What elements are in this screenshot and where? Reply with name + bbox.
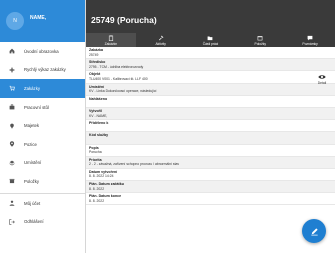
sidebar-item-items[interactable]: Položky xyxy=(0,172,85,191)
field-created-by: Vytvořil KV - NAME, xyxy=(86,107,335,121)
field-created-date: Datum vytvoření 8. 8. 2022 14:24 xyxy=(86,169,335,182)
tab-notes[interactable]: Poznámky xyxy=(285,33,335,47)
location-icon xyxy=(8,140,16,148)
field-value xyxy=(89,126,332,131)
sidebar-item-quick-report[interactable]: Rychlý výkaz zakázky xyxy=(0,61,85,80)
pencil-icon xyxy=(310,227,318,235)
tab-items[interactable]: Položky xyxy=(235,33,285,47)
tab-label: Aktivity xyxy=(155,41,166,46)
user-icon xyxy=(8,199,16,207)
home-icon xyxy=(8,47,16,55)
field-object[interactable]: Objekt TLU400 V001 - Kalibrovací št. LLF… xyxy=(86,71,335,85)
avatar[interactable]: N xyxy=(6,12,24,30)
hammer-icon xyxy=(158,35,164,40)
chat-icon xyxy=(307,35,313,40)
box-icon xyxy=(8,177,16,185)
cart-icon xyxy=(8,84,16,92)
field-value: 8. 8. 2022 xyxy=(89,198,105,203)
sidebar-item-workdesk[interactable]: Pracovní stůl xyxy=(0,98,85,117)
tab-label: Položky xyxy=(254,41,267,46)
field-planned-start: Plán. Datum začátku 8. 8. 2022 xyxy=(86,181,335,194)
tab-bar: Zakázkn Aktivity Části práci Položky Poz… xyxy=(86,33,335,47)
field-priority: Priorita 2 - 2 - závažná, zařízení schop… xyxy=(86,156,335,169)
field-reported: Nahlášeno xyxy=(86,96,335,108)
tab-label: Poznámky xyxy=(302,41,318,46)
tab-order[interactable]: Zakázkn xyxy=(86,33,136,47)
sidebar-item-positions[interactable]: Pozice xyxy=(0,135,85,154)
sidebar-item-label: Pozice xyxy=(24,141,37,147)
eye-icon xyxy=(318,75,326,80)
user-name: NAME, xyxy=(30,15,47,21)
plus-icon xyxy=(8,66,16,74)
layers-icon xyxy=(8,159,16,167)
field-assigned-to: Přiděleno k xyxy=(86,120,335,133)
sidebar-item-label: Umístění xyxy=(24,160,42,166)
field-value xyxy=(89,101,332,106)
sidebar-item-label: Rychlý výkaz zakázky xyxy=(24,67,66,73)
field-value: TLU400 V001 - Kalibrovací št. LLF 400 xyxy=(89,76,148,81)
order-detail-list: Zakázka 25749 Středisko 2795 - TCM - údr… xyxy=(86,47,335,253)
tab-activities[interactable]: Aktivity xyxy=(136,33,186,47)
sidebar-item-locations[interactable]: Umístění xyxy=(0,154,85,173)
field-location: Umístění KV - Linka Dokončovací operace,… xyxy=(86,83,335,96)
field-value: Porucha xyxy=(89,150,102,155)
tab-work-parts[interactable]: Části práci xyxy=(186,33,236,47)
sidebar-item-orders[interactable]: Zakázky xyxy=(0,79,85,98)
logout-icon xyxy=(8,218,16,226)
field-description: Popis Porucha xyxy=(86,145,335,157)
tab-label: Části práci xyxy=(202,41,219,46)
field-cost-center: Středisko 2795 - TCM - údržba elektroroz… xyxy=(86,59,335,72)
field-value: 8. 8. 2022 14:24 xyxy=(89,174,114,179)
tab-label: Zakázkn xyxy=(104,41,118,46)
sidebar-item-assets[interactable]: Majetek xyxy=(0,116,85,135)
field-value: 25749 xyxy=(89,52,99,57)
sidebar-item-label: Zakázky xyxy=(24,85,40,91)
sidebar-item-logout[interactable]: Odhlášení xyxy=(0,212,85,231)
field-value: KV - NAME, xyxy=(89,113,108,118)
field-order: Zakázka 25749 xyxy=(86,47,335,60)
sidebar-item-label: Položky xyxy=(24,178,40,184)
sidebar-item-home[interactable]: Úvodní obrazovka xyxy=(0,42,85,61)
top-bar: 25749 (Porucha) Zakázkn Aktivity Části p… xyxy=(86,0,335,47)
field-planned-end: Plán. Datum konce 8. 8. 2022 xyxy=(86,193,335,206)
sidebar-item-account[interactable]: Můj účet xyxy=(0,194,85,213)
field-value: 2795 - TCM - údržba elektrorozvody xyxy=(89,64,144,69)
main-panel: 25749 (Porucha) Zakázkn Aktivity Části p… xyxy=(86,0,335,253)
sidebar-item-label: Pracovní stůl xyxy=(24,104,49,110)
sidebar-item-label: Úvodní obrazovka xyxy=(24,48,59,54)
sidebar-item-label: Odhlášení xyxy=(24,219,44,225)
pin-icon xyxy=(8,122,16,130)
field-value xyxy=(89,138,332,143)
sidebar-item-label: Majetek xyxy=(24,123,40,129)
sidebar-header: N NAME, xyxy=(0,0,85,42)
sidebar-item-label: Můj účet xyxy=(24,200,41,206)
box-icon xyxy=(257,35,263,40)
folder-icon xyxy=(208,36,213,40)
edit-fab-button[interactable] xyxy=(302,219,326,243)
field-value: KV - Linka Dokončovací operace, následuj… xyxy=(89,89,157,94)
sidebar: N NAME, Úvodní obrazovka Rychlý výkaz za… xyxy=(0,0,86,253)
field-value: 2 - 2 - závažná, zařízení schopno provoz… xyxy=(89,162,180,167)
page-title: 25749 (Porucha) xyxy=(91,15,157,25)
clipboard-icon xyxy=(108,34,113,41)
field-service-code: Kód služby xyxy=(86,132,335,145)
desk-icon xyxy=(8,103,16,111)
field-value: 8. 8. 2022 xyxy=(89,186,105,191)
